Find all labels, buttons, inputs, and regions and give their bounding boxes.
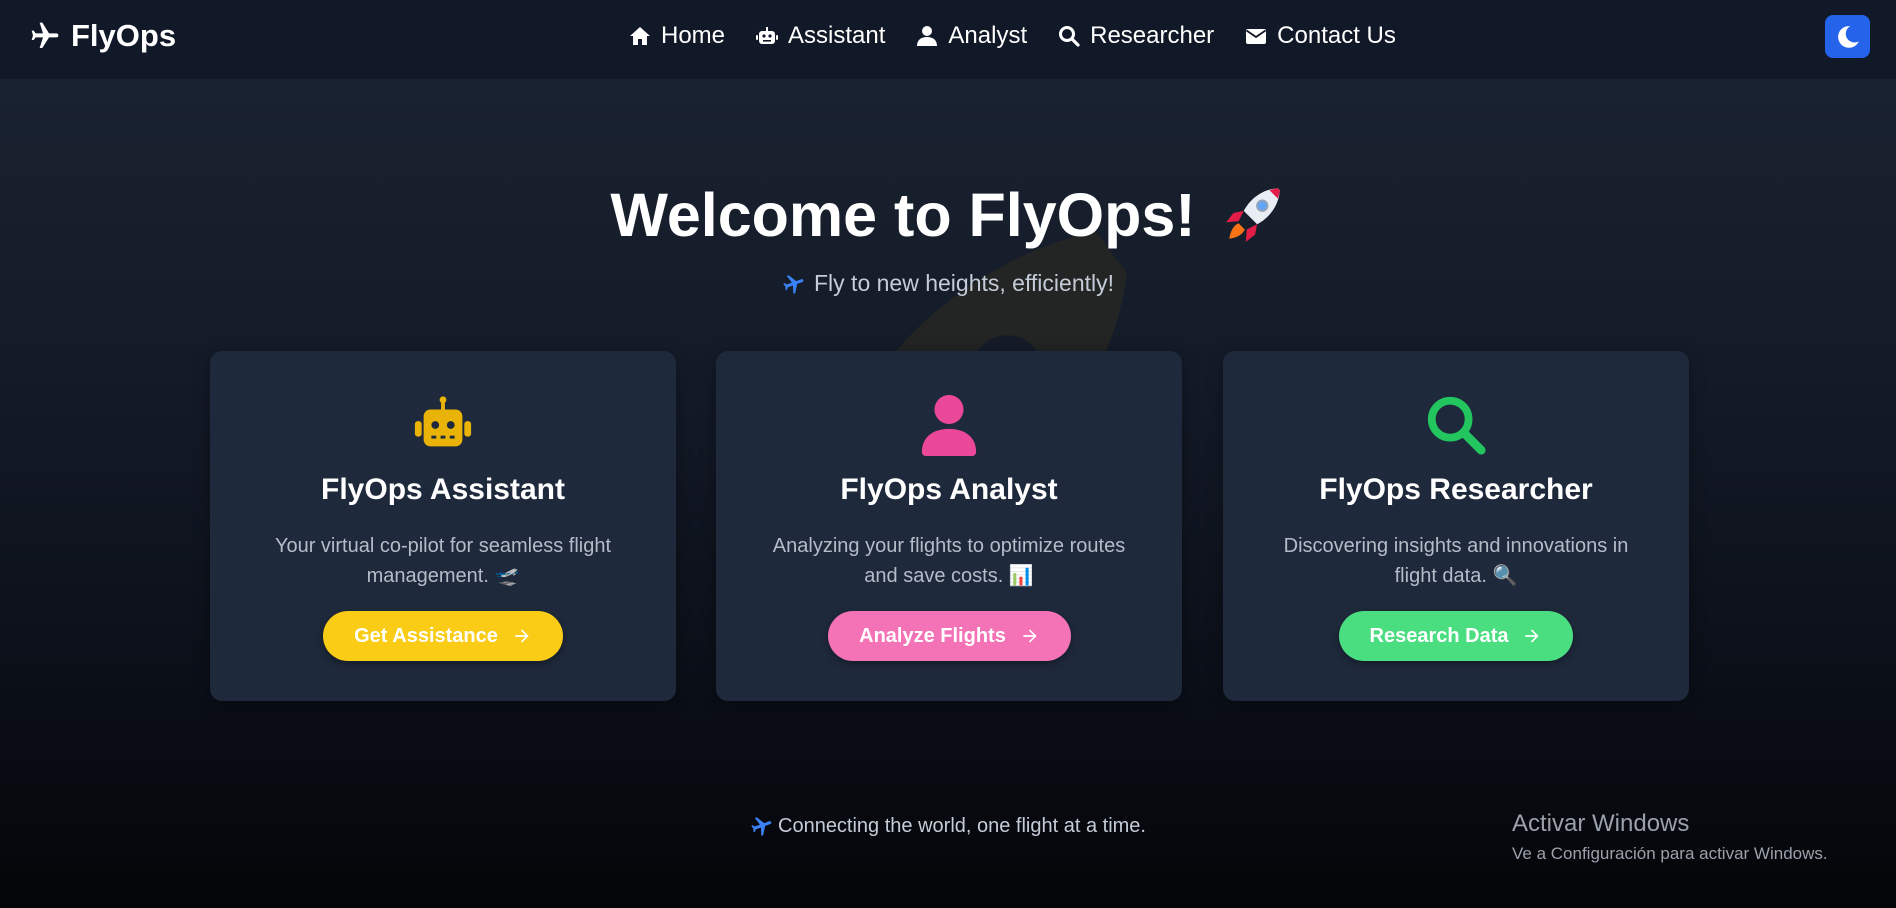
get-assistance-button[interactable]: Get Assistance bbox=[323, 611, 563, 661]
plane-icon bbox=[783, 274, 804, 294]
arrow-right-icon bbox=[515, 629, 529, 643]
nav-home[interactable]: Home bbox=[628, 22, 725, 50]
search-icon bbox=[1059, 26, 1080, 47]
nav-researcher-label: Researcher bbox=[1090, 22, 1215, 49]
activation-title: Activar Windows bbox=[1512, 810, 1690, 837]
button-label: Research Data bbox=[1369, 624, 1509, 647]
hero-title: Welcome to FlyOps! bbox=[0, 180, 1896, 250]
card-title: FlyOps Researcher bbox=[1319, 473, 1593, 506]
nav-contact-label: Contact Us bbox=[1277, 22, 1396, 49]
card-description: Analyzing your flights to optimize route… bbox=[772, 535, 1126, 587]
plane-icon bbox=[31, 22, 59, 48]
nav-links: Home Assistant Analyst Researcher Contac… bbox=[628, 0, 1396, 72]
button-label: Analyze Flights bbox=[859, 624, 1006, 647]
nav-assistant-label: Assistant bbox=[788, 22, 886, 49]
nav-analyst-label: Analyst bbox=[948, 22, 1028, 49]
nav-contact[interactable]: Contact Us bbox=[1244, 22, 1396, 50]
card-description: Discovering insights and innovations in … bbox=[1283, 535, 1629, 587]
card-description: Your virtual co-pilot for seamless fligh… bbox=[274, 535, 612, 587]
footer-text: Connecting the world, one flight at a ti… bbox=[778, 814, 1146, 837]
card-icon-wrap bbox=[716, 394, 1182, 456]
nav-home-label: Home bbox=[661, 22, 726, 49]
robot-icon bbox=[414, 396, 472, 447]
robot-icon bbox=[756, 27, 779, 44]
card-title: FlyOps Assistant bbox=[321, 473, 565, 506]
theme-toggle-button[interactable] bbox=[1825, 15, 1870, 58]
analyze-flights-button[interactable]: Analyze Flights bbox=[828, 611, 1071, 661]
research-data-button[interactable]: Research Data bbox=[1339, 611, 1573, 661]
arrow-right-icon bbox=[1525, 629, 1540, 643]
assistant-card: FlyOps Assistant Your virtual co-pilot f… bbox=[210, 351, 676, 701]
arrow-right-icon bbox=[1023, 629, 1037, 643]
card-icon-wrap bbox=[210, 394, 676, 456]
moon-icon bbox=[1837, 25, 1859, 48]
nav-analyst[interactable]: Analyst bbox=[915, 22, 1027, 50]
envelope-icon bbox=[1246, 29, 1267, 44]
brand-name: FlyOps bbox=[71, 18, 177, 53]
hero-title-text: Welcome to FlyOps! bbox=[610, 181, 1196, 249]
windows-activation-watermark: Activar Windows Ve a Configuración para … bbox=[1512, 810, 1828, 864]
rocket-icon bbox=[1225, 188, 1280, 242]
researcher-card: FlyOps Researcher Discovering insights a… bbox=[1223, 351, 1689, 701]
nav-researcher[interactable]: Researcher bbox=[1057, 22, 1214, 50]
brand-logo[interactable]: FlyOps bbox=[29, 18, 176, 54]
user-icon bbox=[917, 26, 938, 46]
analyst-card: FlyOps Analyst Analyzing your flights to… bbox=[716, 351, 1182, 701]
plane-icon bbox=[751, 817, 772, 836]
button-label: Get Assistance bbox=[354, 624, 498, 647]
activation-subtitle: Ve a Configuración para activar Windows. bbox=[1512, 844, 1828, 863]
nav-assistant[interactable]: Assistant bbox=[755, 22, 885, 50]
home-icon bbox=[630, 27, 650, 45]
user-icon bbox=[921, 394, 977, 456]
card-title: FlyOps Analyst bbox=[840, 473, 1058, 506]
search-icon bbox=[1427, 396, 1486, 455]
card-icon-wrap bbox=[1223, 394, 1689, 456]
top-navbar: FlyOps Home Assistant Analyst Researcher… bbox=[0, 0, 1896, 79]
hero-subtitle-text: Fly to new heights, efficiently! bbox=[814, 270, 1114, 296]
hero-subtitle: Fly to new heights, efficiently! bbox=[0, 270, 1896, 297]
